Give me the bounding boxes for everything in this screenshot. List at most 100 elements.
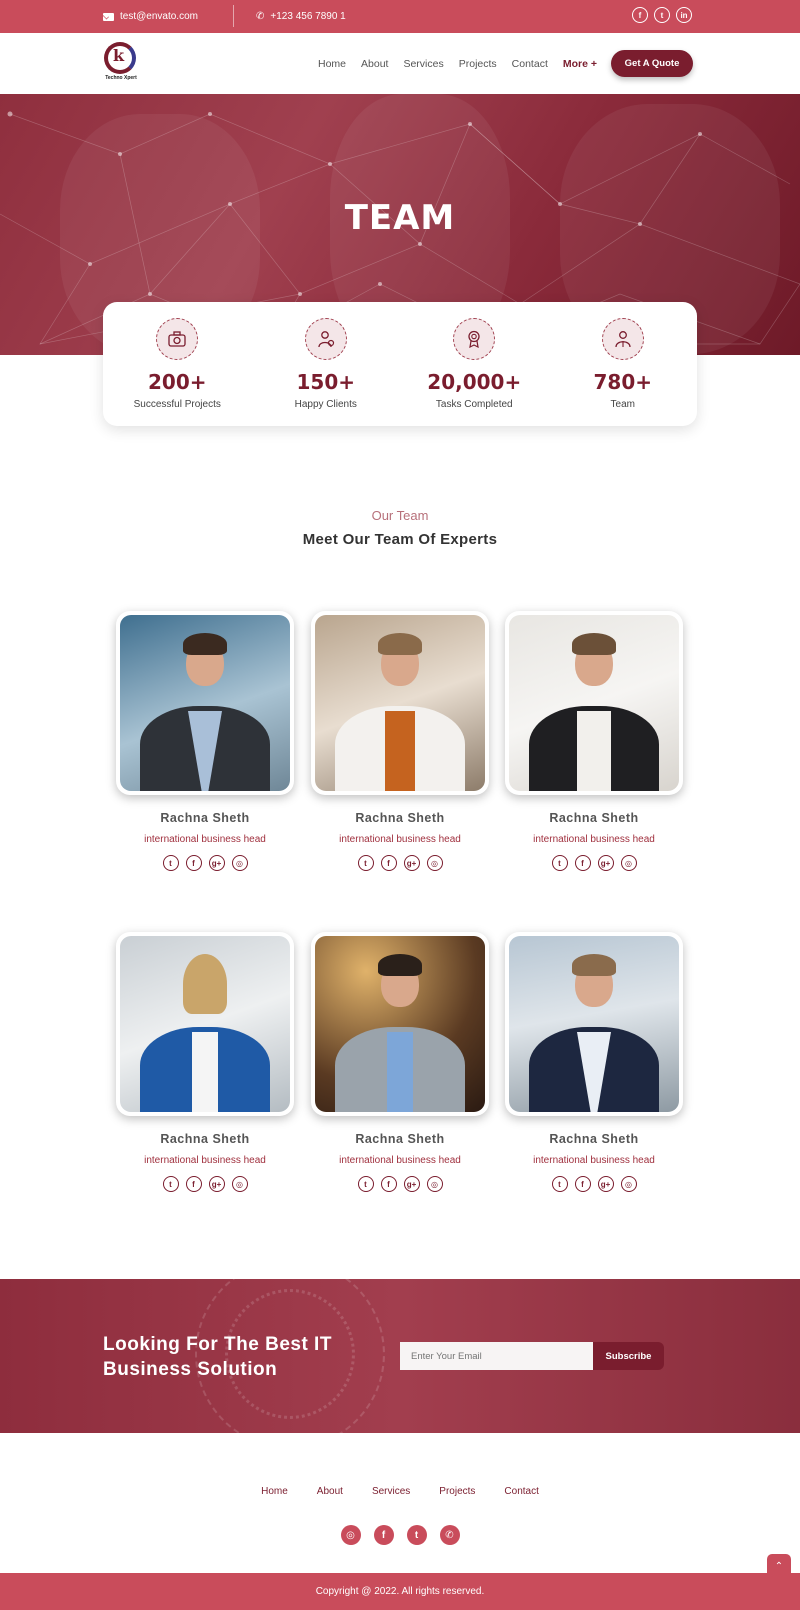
member-name: Rachna Sheth <box>355 1132 445 1146</box>
instagram-icon[interactable]: ◎ <box>340 1525 361 1545</box>
google-plus-icon[interactable]: g+ <box>208 1176 225 1192</box>
facebook-icon[interactable]: f <box>574 1176 591 1192</box>
top-bar: test@envato.com ✆ +123 456 7890 1 f t in <box>0 0 800 33</box>
footer-social: ◎ f t ✆ <box>0 1525 800 1545</box>
stat-value: 200+ <box>147 370 207 394</box>
twitter-icon[interactable]: t <box>357 1176 374 1192</box>
footer-link-home[interactable]: Home <box>261 1486 288 1497</box>
instagram-icon[interactable]: ◎ <box>231 855 248 871</box>
stats-panel: 200+ Successful Projects 150+ Happy Clie… <box>103 302 697 426</box>
facebook-icon[interactable]: f <box>380 855 397 871</box>
google-plus-icon[interactable]: g+ <box>597 1176 614 1192</box>
linkedin-icon[interactable]: in <box>676 7 692 23</box>
photo-hair <box>572 632 616 655</box>
photo-hair <box>183 632 227 655</box>
member-name: Rachna Sheth <box>549 811 639 825</box>
member-photo <box>116 932 294 1116</box>
team-card[interactable]: Rachna Sheth international business head… <box>505 932 683 1192</box>
section-subtitle: Our Team <box>371 508 429 523</box>
instagram-icon[interactable]: ◎ <box>620 855 637 871</box>
facebook-icon[interactable]: f <box>632 7 648 23</box>
stat-value: 150+ <box>296 370 355 394</box>
instagram-icon[interactable]: ◎ <box>426 1176 443 1192</box>
top-email[interactable]: test@envato.com <box>103 0 198 33</box>
team-card[interactable]: Rachna Sheth international business head… <box>116 611 294 871</box>
twitter-icon[interactable]: t <box>551 1176 568 1192</box>
stat-clients: 150+ Happy Clients <box>252 302 401 426</box>
nav-services[interactable]: Services <box>403 58 443 70</box>
twitter-icon[interactable]: t <box>654 7 670 23</box>
photo-shirt <box>577 711 611 791</box>
team-card[interactable]: Rachna Sheth international business head… <box>311 932 489 1192</box>
whatsapp-icon[interactable]: ✆ <box>439 1525 460 1545</box>
team-member-icon <box>601 318 644 360</box>
google-plus-icon[interactable]: g+ <box>403 855 420 871</box>
stat-label: Successful Projects <box>133 399 221 410</box>
footer-link-about[interactable]: About <box>317 1486 343 1497</box>
member-social: t f g+ ◎ <box>116 855 294 871</box>
photo-hair <box>183 953 227 1014</box>
award-icon <box>453 318 496 360</box>
twitter-icon[interactable]: t <box>551 855 568 871</box>
nav-home[interactable]: Home <box>318 58 346 70</box>
stat-label: Happy Clients <box>294 399 357 410</box>
header: k Techno Xpert Home About Services Proje… <box>0 33 800 94</box>
member-social: t f g+ ◎ <box>311 1176 489 1192</box>
google-plus-icon[interactable]: g+ <box>597 855 614 871</box>
camera-icon <box>156 318 199 360</box>
facebook-icon[interactable]: f <box>380 1176 397 1192</box>
copyright-text: Copyright @ 2022. All rights reserved. <box>315 1586 485 1597</box>
subscribe-form: Subscribe <box>400 1342 664 1370</box>
twitter-icon[interactable]: t <box>162 1176 179 1192</box>
page-title: TEAM <box>344 198 456 238</box>
team-card[interactable]: Rachna Sheth international business head… <box>505 611 683 871</box>
twitter-icon[interactable]: t <box>162 855 179 871</box>
instagram-icon[interactable]: ◎ <box>426 855 443 871</box>
team-card[interactable]: Rachna Sheth international business head… <box>116 932 294 1192</box>
instagram-icon[interactable]: ◎ <box>231 1176 248 1192</box>
nav-projects[interactable]: Projects <box>459 58 497 70</box>
top-phone-text: +123 456 7890 1 <box>270 11 346 22</box>
photo-shirt <box>387 1032 413 1112</box>
photo-shirt <box>385 711 415 791</box>
footer-link-projects[interactable]: Projects <box>439 1486 475 1497</box>
facebook-icon[interactable]: f <box>185 855 202 871</box>
top-phone[interactable]: ✆ +123 456 7890 1 <box>256 0 346 33</box>
photo-hair <box>378 953 422 976</box>
photo-image <box>120 615 290 791</box>
twitter-icon[interactable]: t <box>357 855 374 871</box>
google-plus-icon[interactable]: g+ <box>403 1176 420 1192</box>
photo-image <box>315 615 485 791</box>
nav-contact[interactable]: Contact <box>512 58 548 70</box>
main-nav: Home About Services Projects Contact Mor… <box>318 33 597 94</box>
facebook-icon[interactable]: f <box>185 1176 202 1192</box>
footer-link-services[interactable]: Services <box>372 1486 410 1497</box>
email-field[interactable] <box>400 1342 593 1370</box>
stat-label: Team <box>610 399 635 410</box>
photo-hair <box>378 632 422 655</box>
member-name: Rachna Sheth <box>355 811 445 825</box>
chevron-up-icon: ⌃ <box>774 1560 784 1572</box>
facebook-icon[interactable]: f <box>373 1525 394 1545</box>
twitter-icon[interactable]: t <box>406 1525 427 1545</box>
stat-projects: 200+ Successful Projects <box>103 302 252 426</box>
member-photo <box>311 932 489 1116</box>
subscribe-button[interactable]: Subscribe <box>593 1342 664 1370</box>
member-name: Rachna Sheth <box>160 1132 250 1146</box>
footer-link-contact[interactable]: Contact <box>504 1486 538 1497</box>
site-logo[interactable]: k Techno Xpert <box>103 42 139 86</box>
member-photo <box>311 611 489 795</box>
nav-about[interactable]: About <box>361 58 388 70</box>
member-role: international business head <box>144 834 266 845</box>
mail-icon <box>103 12 114 21</box>
facebook-icon[interactable]: f <box>574 855 591 871</box>
footer-nav: Home About Services Projects Contact <box>0 1486 800 1497</box>
google-plus-icon[interactable]: g+ <box>208 855 225 871</box>
get-quote-button[interactable]: Get A Quote <box>611 50 693 77</box>
stat-team: 780+ Team <box>549 302 698 426</box>
instagram-icon[interactable]: ◎ <box>620 1176 637 1192</box>
stat-value: 780+ <box>593 370 652 394</box>
stat-label: Tasks Completed <box>435 399 513 410</box>
nav-more[interactable]: More + <box>563 58 597 70</box>
team-card[interactable]: Rachna Sheth international business head… <box>311 611 489 871</box>
